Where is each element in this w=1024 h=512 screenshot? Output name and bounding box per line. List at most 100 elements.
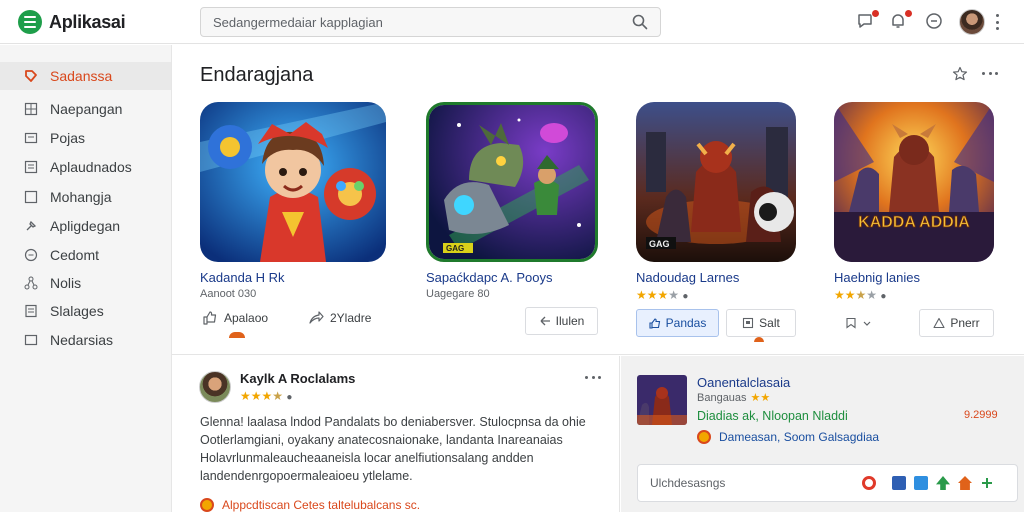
app-name[interactable]: Kadanda H Rk	[200, 270, 285, 285]
wishlist-label: Ilulen	[555, 314, 585, 328]
sidebar-item-label: Mohangja	[50, 189, 112, 205]
app-title: Aplikasai	[49, 11, 126, 32]
tree-icon[interactable]	[936, 476, 950, 490]
pin-icon	[26, 220, 37, 231]
sidebar-item-7[interactable]: Nolis	[0, 269, 171, 297]
promo-link[interactable]: Dameasan, Soom Galsagdiaa	[697, 430, 879, 444]
home-icon[interactable]	[958, 476, 972, 490]
doc-icon	[25, 304, 37, 318]
review-text: Glenna! laalasa lndod Pandalats bo denia…	[200, 415, 586, 483]
section-title: Endaragjana	[200, 64, 314, 86]
sidebar-item-label: Pojas	[50, 130, 86, 146]
search-input[interactable]	[213, 8, 613, 36]
share-icon	[540, 316, 550, 326]
updates-button[interactable]	[889, 9, 913, 32]
sidebar-item-label: Aplaudnados	[50, 159, 132, 175]
sidebar-item-label: Naepangan	[50, 101, 123, 117]
wishlist-dropdown[interactable]	[834, 309, 882, 337]
like-label: Apalaoo	[224, 311, 269, 325]
review-footer[interactable]: Alppcdtiscan Cetes taltelubalcans sc.	[200, 498, 420, 512]
sidebar-item-3[interactable]: Aplaudnados	[0, 153, 171, 181]
thumbs-up-icon	[649, 318, 660, 329]
app-subtitle: Uagegare 80	[426, 288, 490, 300]
sidebar-item-9[interactable]: Nedarsias	[0, 326, 171, 354]
menu-icon	[18, 10, 42, 34]
more-options-icon[interactable]	[982, 72, 998, 76]
app-banner-text: KADDA ADDIA	[858, 214, 970, 231]
search-icon[interactable]	[632, 14, 648, 30]
app-name[interactable]: Nadoudag Larnes	[636, 270, 739, 285]
facebook-icon[interactable]	[892, 476, 906, 490]
app-name[interactable]: Sapaćkdapc A. Pooys	[426, 270, 552, 285]
save-label: Salt	[759, 316, 780, 330]
review-menu-icon[interactable]	[585, 376, 601, 380]
network-icon	[24, 276, 38, 290]
reviewer-avatar[interactable]	[199, 371, 231, 403]
twitter-icon[interactable]	[914, 476, 928, 490]
warning-icon	[933, 317, 945, 329]
notifications-button[interactable]	[856, 9, 880, 32]
sidebar-item-6[interactable]: Cedomt	[0, 241, 171, 269]
wishlist-button[interactable]: Ilulen	[525, 307, 598, 335]
coin-icon	[697, 430, 711, 444]
plus-icon[interactable]	[980, 476, 994, 490]
share-box: Ulchdesasngs	[637, 464, 1018, 502]
report-label: Pnerr	[950, 316, 980, 330]
promo-thumbnail[interactable]	[637, 375, 687, 425]
active-indicator	[754, 337, 764, 342]
sidebar-item-8[interactable]: Slalages	[0, 297, 171, 325]
app-name[interactable]: Haebnig lanies	[834, 270, 920, 285]
app-badge: GAG	[446, 244, 464, 253]
install-button[interactable]: Pandas	[636, 309, 719, 337]
share-icon	[309, 311, 324, 324]
app-badge: GAG	[649, 239, 670, 249]
notification-dot	[904, 9, 913, 18]
promo-rating: Bangauas ★★	[697, 391, 771, 405]
active-indicator	[229, 332, 245, 338]
sidebar-item-4[interactable]: Mohangja	[0, 183, 171, 211]
promo-title[interactable]: Oanentalclasaia	[697, 375, 790, 390]
overflow-menu-icon[interactable]	[994, 14, 1000, 30]
grid-icon	[24, 102, 38, 116]
tag-icon	[25, 70, 37, 82]
sidebar-item-label: Nedarsias	[50, 332, 114, 348]
pinterest-icon[interactable]	[862, 476, 876, 490]
list-icon	[24, 160, 38, 174]
share-count: 2Yladre	[330, 311, 372, 325]
sidebar-item-0[interactable]: Sadanssa	[0, 62, 171, 90]
review-rating-stars: ★★★★ ●	[240, 389, 293, 403]
app-subtitle: Aanoot 030	[200, 288, 257, 300]
save-icon	[743, 317, 754, 329]
clock-icon	[926, 13, 942, 29]
save-button[interactable]: Salt	[726, 309, 796, 337]
sidebar-item-2[interactable]: Pojas	[0, 124, 171, 152]
review-footer-link: Alppcdtiscan Cetes taltelubalcans sc.	[222, 498, 421, 512]
box-icon	[24, 334, 38, 346]
coin-icon	[200, 498, 214, 512]
star-icon[interactable]	[952, 66, 968, 82]
app-logo[interactable]: Aplikasai	[18, 10, 126, 34]
user-avatar[interactable]	[959, 9, 985, 35]
sidebar-item-label: Apligdegan	[50, 218, 121, 234]
promo-developer[interactable]: Diadias ak, Nloopan Nladdi	[697, 409, 848, 423]
share-label: Ulchdesasngs	[650, 476, 726, 490]
square-icon	[24, 190, 38, 204]
sidebar-item-1[interactable]: Naepangan	[0, 95, 171, 123]
notification-dot	[871, 9, 880, 18]
sidebar-item-label: Cedomt	[50, 247, 100, 263]
share-button[interactable]: 2Yladre	[308, 310, 371, 326]
like-button[interactable]: Apalaoo	[202, 310, 268, 326]
app-icon-image[interactable]: GAG	[636, 102, 796, 262]
report-button[interactable]: Pnerr	[919, 309, 994, 337]
status-button[interactable]	[925, 12, 945, 32]
sidebar-item-5[interactable]: Apligdegan	[0, 212, 171, 240]
app-icon-image[interactable]: GAG	[426, 102, 598, 262]
app-icon-image[interactable]: KADDA ADDIA	[834, 102, 994, 262]
promo-link-text: Dameasan, Soom Galsagdiaa	[719, 430, 880, 444]
top-header: Aplikasai	[0, 0, 1024, 44]
app-icon-image[interactable]	[200, 102, 386, 262]
search-bar	[200, 7, 661, 37]
promo-rating-text: Bangauas	[697, 391, 747, 404]
review-card: Kaylk A Roclalams ★★★★ ● Glenna! laalasa…	[172, 356, 620, 512]
reviewer-name[interactable]: Kaylk A Roclalams	[240, 371, 355, 386]
